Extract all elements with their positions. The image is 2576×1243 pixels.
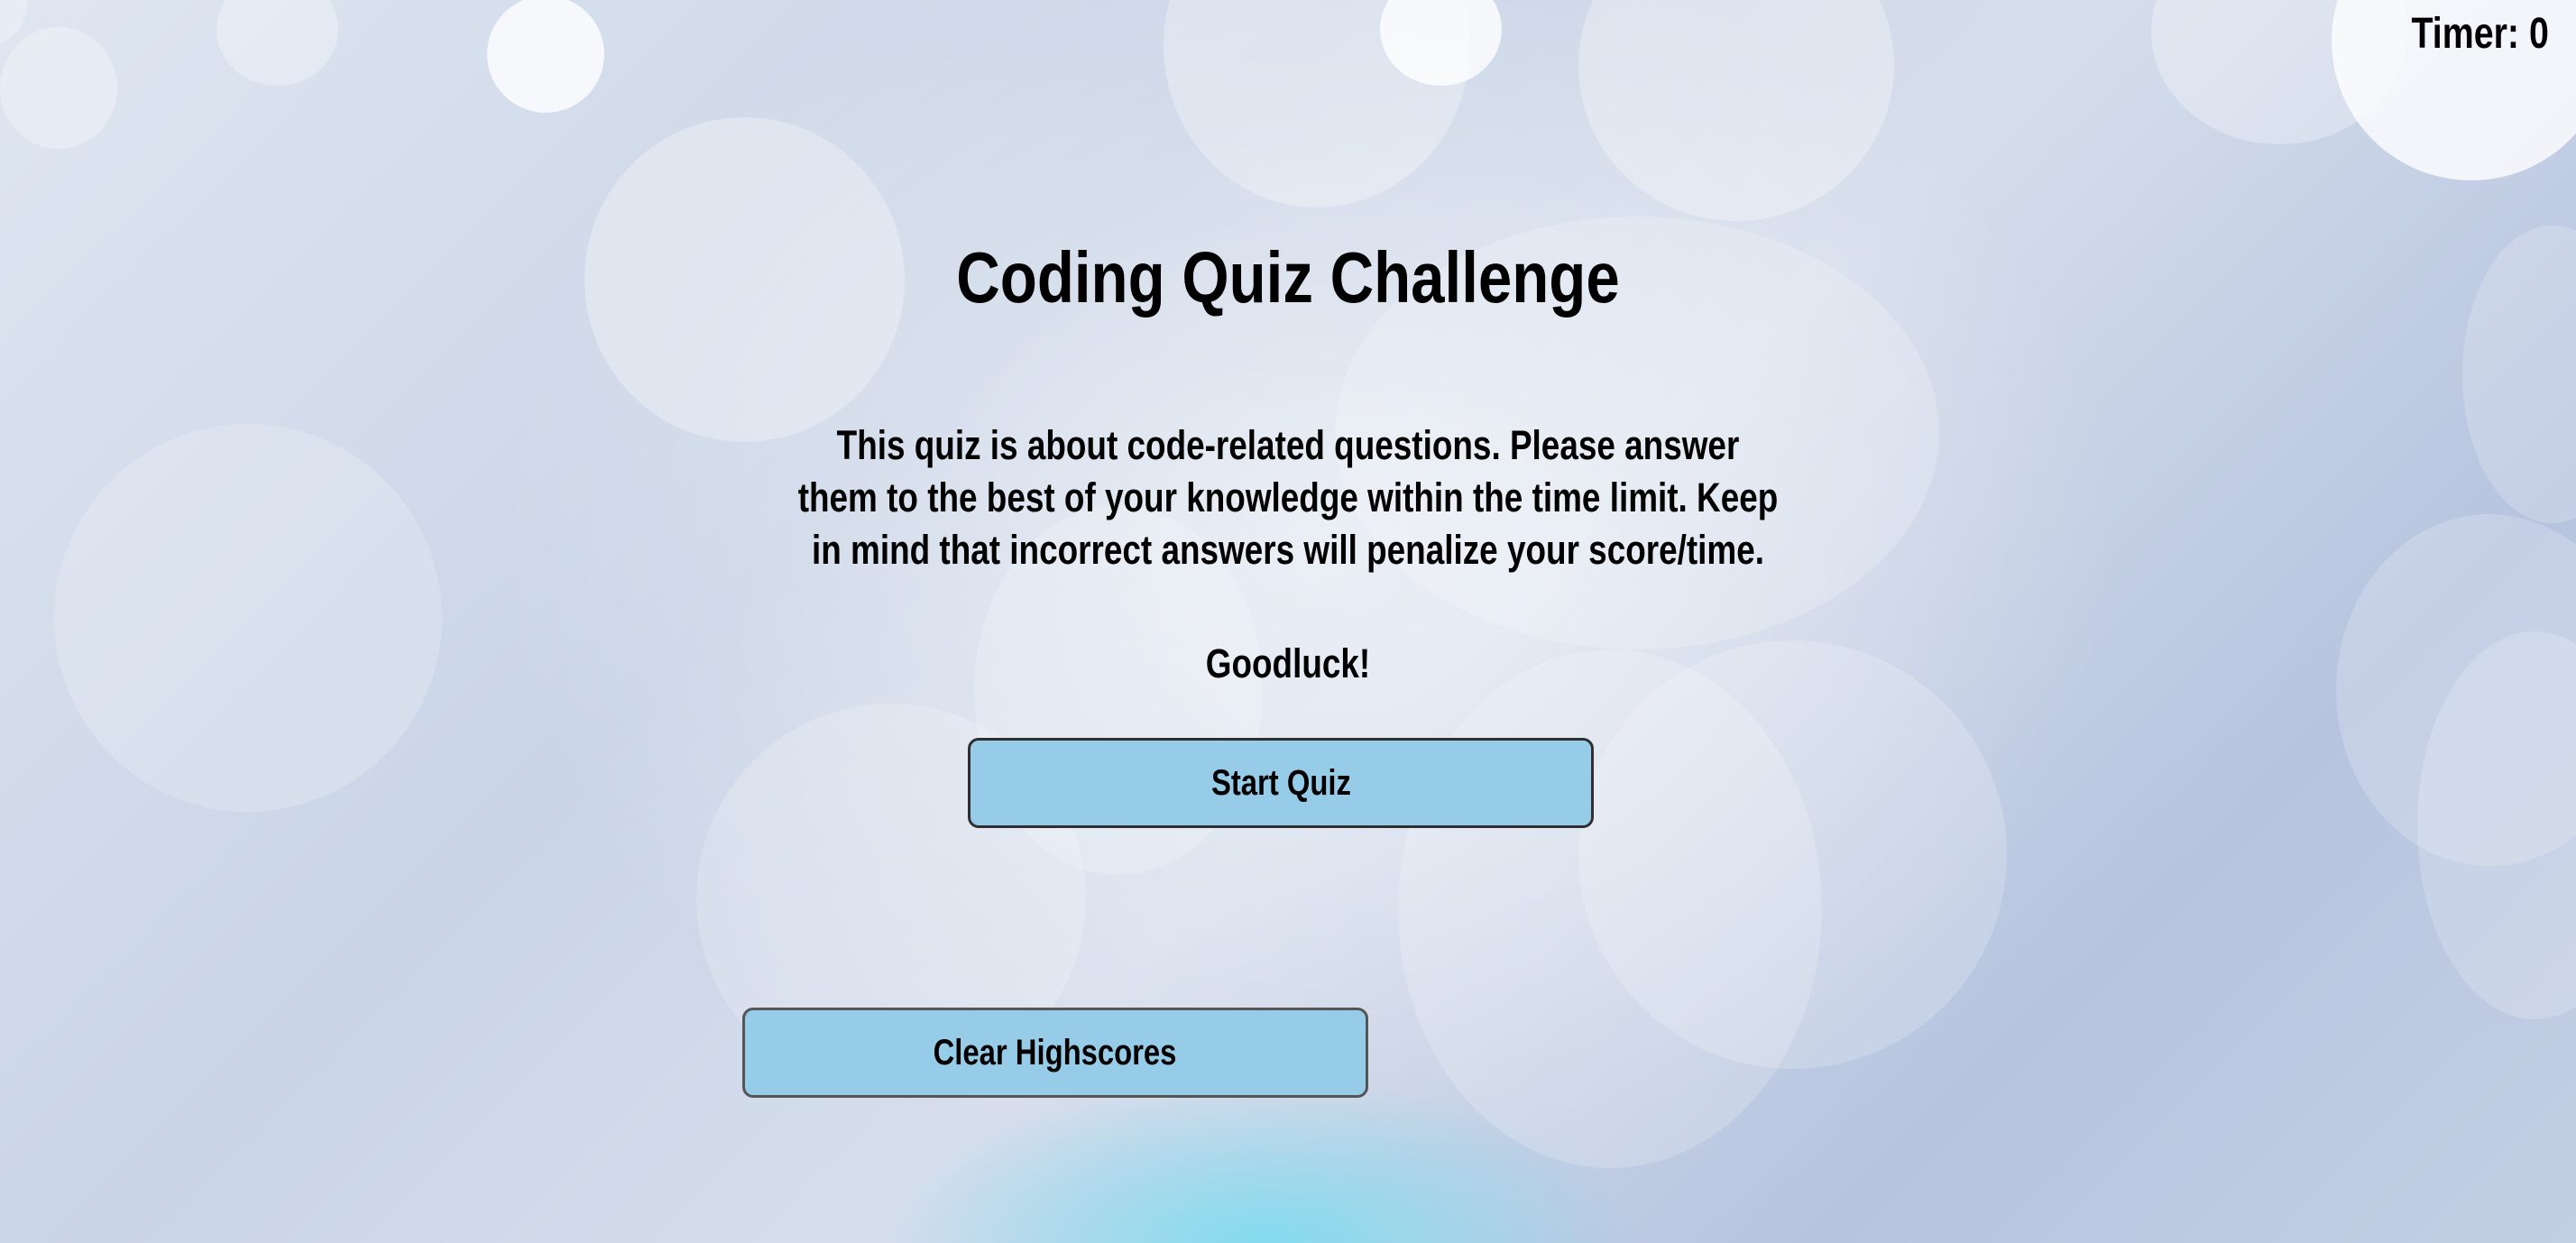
clear-highscores-button[interactable]: Clear Highscores: [742, 1008, 1368, 1098]
quiz-description: This quiz is about code-related question…: [797, 422, 1779, 573]
clear-highscores-button-label: Clear Highscores: [934, 1032, 1177, 1073]
page-title: Coding Quiz Challenge: [956, 237, 1620, 318]
start-quiz-button[interactable]: Start Quiz: [968, 738, 1594, 828]
goodluck-text: Goodluck!: [1205, 640, 1371, 686]
start-quiz-button-label: Start Quiz: [1210, 762, 1351, 803]
timer-display: Timer: 0: [2411, 10, 2549, 58]
